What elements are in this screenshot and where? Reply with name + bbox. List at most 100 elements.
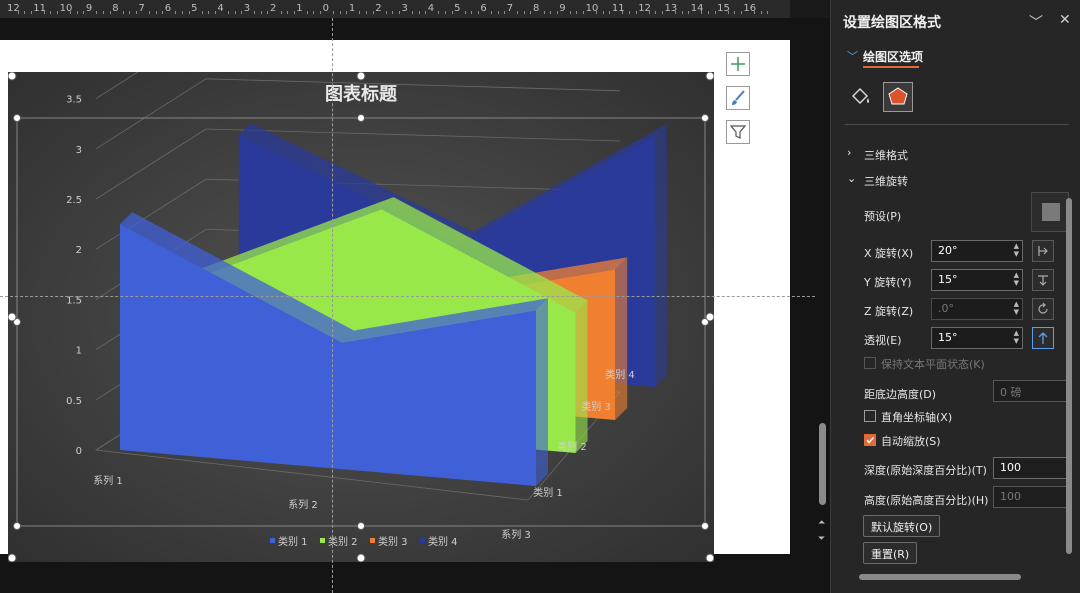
scroll-thumb[interactable] [859,574,1021,580]
ruler-tick [767,11,769,14]
ruler-tick [372,11,374,14]
y-tick-label: 0.5 [66,396,82,407]
default-rotation-button[interactable]: 默认旋转(O) [863,515,941,537]
ruler-tick [241,11,243,14]
rotate-clockwise-button[interactable] [1032,298,1054,320]
ruler-tick [333,11,335,14]
reset-button[interactable]: 重置(R) [863,542,918,564]
ruler-tick [497,11,499,14]
ruler-tick [530,11,532,14]
ruler-tick [83,11,85,14]
ruler-tick [707,11,709,14]
spin-arrows-icon[interactable]: ▲ ▼ [1014,329,1019,345]
z-rotation-input[interactable]: .0° ▲ ▼ [931,298,1023,320]
ruler-tick [181,11,183,14]
spin-arrows-icon[interactable]: ▲ ▼ [1014,300,1019,316]
fill-line-tab[interactable] [847,84,873,110]
ruler-tick [188,11,190,14]
spin-arrows-icon[interactable]: ▲ ▼ [1014,271,1019,287]
chevron-down-icon[interactable]: ﹀ [1029,12,1043,32]
perspective-input[interactable]: 15° ▲ ▼ [931,327,1023,349]
area-side-series-4 [654,124,667,387]
rotate-left-button[interactable] [1032,240,1054,262]
ruler-tick [50,11,52,14]
ruler-tick [96,11,98,14]
autoscale-checkbox[interactable] [864,434,876,446]
ruler-tick [76,11,78,14]
canvas-vertical-scrollbar[interactable]: ⏶ ⏷ [816,18,830,593]
chart-area[interactable]: 图表标题00.511.522.533.544.55系列 1系列 2系列 3类别 … [8,72,714,562]
plot-area-handle [13,114,21,122]
horizontal-smart-guide [0,296,830,297]
legend-label-4: 类别 4 [428,535,458,548]
chart-svg[interactable]: 图表标题00.511.522.533.544.55系列 1系列 2系列 3类别 … [8,72,714,562]
right-angle-axes-checkbox[interactable] [864,410,876,422]
funnel-icon [729,125,747,139]
chart-styles-button[interactable] [726,86,750,110]
ruler-tick [543,11,545,14]
depth-input[interactable]: 100 [993,457,1069,479]
spin-arrows-icon[interactable]: ▲ ▼ [1014,242,1019,258]
scroll-thumb[interactable] [1066,198,1072,554]
slide[interactable]: 图表标题00.511.522.533.544.55系列 1系列 2系列 3类别 … [0,40,790,562]
brush-icon [732,90,745,105]
x-category-label: 系列 3 [501,528,531,541]
page-up-icon[interactable]: ⏶ [818,518,825,528]
chevron-down-icon: ﹀ [847,50,858,63]
y-tick-label: 3.5 [66,95,82,106]
ruler-label: 4 [217,3,224,14]
ruler-tick [556,11,558,14]
3d-rotation-section[interactable]: 三维旋转 [864,173,908,189]
ruler-tick [339,11,341,14]
active-tab-underline [863,66,919,68]
ruler-tick [214,11,216,14]
ruler-tick [576,11,578,14]
legend-swatch-3 [370,538,375,543]
ruler-tick [109,11,111,14]
rotate-up-button[interactable] [1032,269,1054,291]
pane-horizontal-scrollbar[interactable] [845,571,1063,583]
ruler-label: 6 [480,3,487,14]
ruler-tick [313,11,315,14]
x-rotation-input[interactable]: 20° ▲ ▼ [931,240,1023,262]
height-input[interactable]: 100 [993,486,1069,508]
ruler-tick [260,11,262,14]
ruler-tick [583,11,585,14]
y-rotation-input[interactable]: 15° ▲ ▼ [931,269,1023,291]
ruler-tick [418,11,420,14]
z-rotation-value: .0° [938,302,954,315]
ruler-tick [30,11,32,14]
pane-vertical-scrollbar[interactable] [1064,130,1074,570]
rotate-clockwise-icon [1038,302,1048,314]
3d-format-section[interactable]: 三维格式 [864,147,908,163]
ruler-tick [490,11,492,14]
ruler-tick [609,11,611,14]
plot-area-options-tab[interactable]: 绘图区选项 [863,48,923,65]
checkmark-icon [866,436,875,444]
chart-filters-button[interactable] [726,120,750,144]
scroll-thumb[interactable] [819,423,826,505]
ruler-tick [523,11,525,14]
ruler-tick [57,11,59,14]
close-icon[interactable]: ✕ [1059,12,1071,28]
page-down-icon[interactable]: ⏷ [818,534,825,544]
ruler-tick [385,11,387,14]
legend-label-1: 类别 1 [278,535,308,548]
pane-title: 设置绘图区格式 [843,15,941,31]
distance-from-ground-label: 距底边高度(D) [864,388,937,401]
ruler-label: 1 [348,3,356,14]
ruler-tick [70,11,72,14]
ruler-tick [227,11,229,14]
ruler-tick [155,11,157,14]
effects-tab[interactable] [883,82,913,112]
ruler-tick [688,11,690,14]
distance-from-ground-input[interactable]: 0 磅 [993,380,1069,402]
ruler-tick [629,11,631,14]
vertical-smart-guide [332,18,333,593]
chart-elements-button[interactable] [726,52,750,76]
y-tick-label: 2 [76,245,82,256]
narrow-view-button[interactable] [1032,327,1054,349]
ruler-tick [622,11,624,14]
plot-area-handle [357,114,365,122]
keep-text-flat-checkbox[interactable] [864,357,876,369]
